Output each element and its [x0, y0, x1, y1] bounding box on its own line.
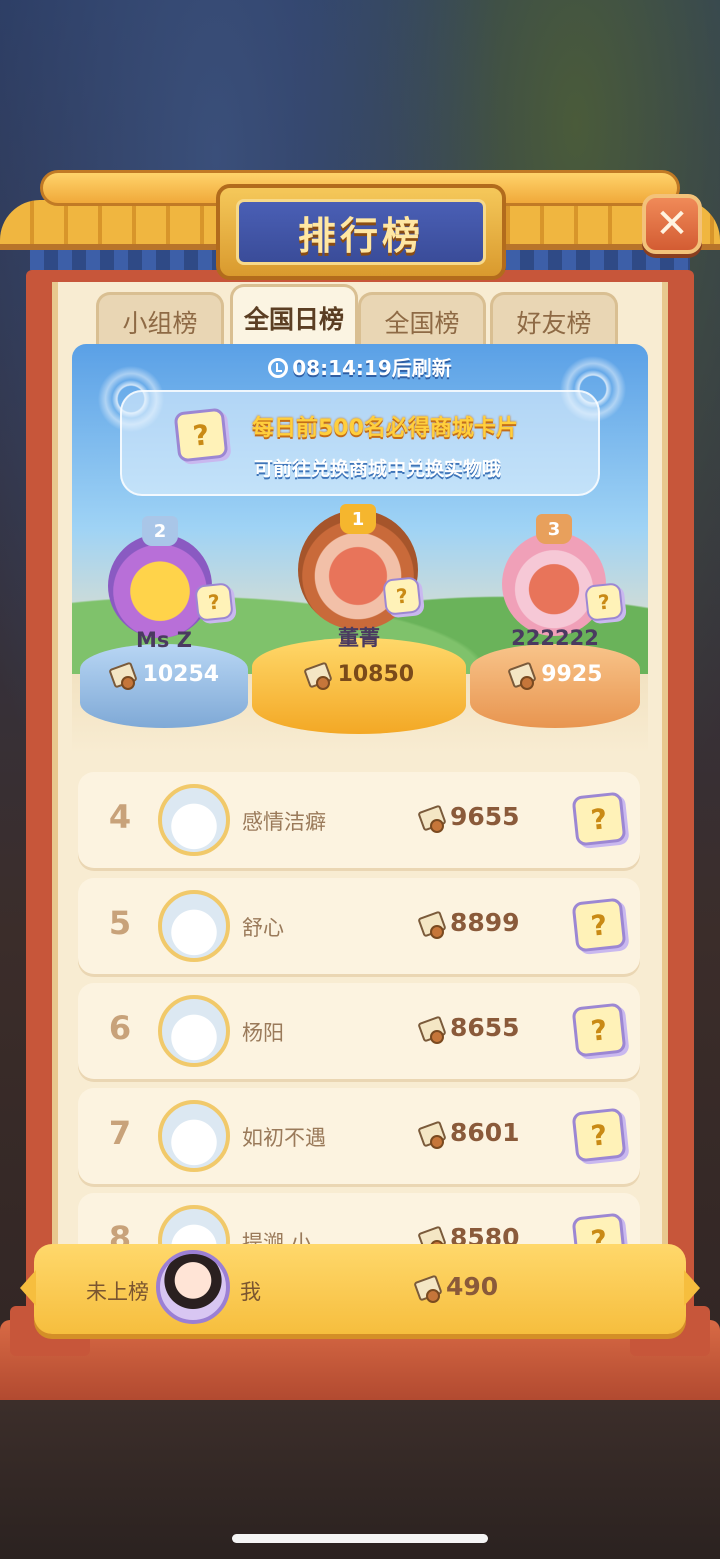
player-name: 感情洁癖 [242, 810, 326, 834]
my-rank-status: 未上榜 [86, 1280, 149, 1304]
list-item[interactable]: 8 提溯 小 8580 ? [78, 1193, 640, 1246]
rank-number: 4 [108, 798, 132, 836]
mystery-card-icon[interactable]: ? [571, 1002, 627, 1058]
brush-icon [414, 1275, 440, 1303]
brush-icon [418, 911, 444, 939]
player-name: 如初不遇 [242, 1126, 326, 1150]
rank-number: 5 [108, 904, 132, 942]
my-rank-bar: 未上榜 我 490 [20, 1244, 700, 1334]
brush-icon [418, 1226, 444, 1246]
my-score: 490 [414, 1272, 498, 1303]
ranking-list: 4 感情洁癖 9655 ? 5 舒心 8899 ? 6 杨阳 8655 ? 7 … [0, 0, 720, 1246]
mystery-card-icon[interactable]: ? [571, 897, 627, 953]
rank-number: 7 [108, 1114, 132, 1152]
player-score: 8601 [418, 1118, 520, 1149]
brush-icon [418, 1016, 444, 1044]
rank-number: 6 [108, 1009, 132, 1047]
home-indicator[interactable] [232, 1534, 488, 1543]
list-item[interactable]: 4 感情洁癖 9655 ? [78, 772, 640, 868]
player-name: 舒心 [242, 916, 284, 940]
list-item[interactable]: 6 杨阳 8655 ? [78, 983, 640, 1079]
list-item[interactable]: 7 如初不遇 8601 ? [78, 1088, 640, 1184]
rank-number: 8 [108, 1219, 132, 1246]
avatar [158, 890, 230, 962]
list-item[interactable]: 5 舒心 8899 ? [78, 878, 640, 974]
player-score: 8580 [418, 1223, 520, 1246]
mystery-card-icon[interactable]: ? [571, 791, 627, 847]
mystery-card-icon[interactable]: ? [571, 1107, 627, 1163]
player-score: 8899 [418, 908, 520, 939]
player-score: 9655 [418, 802, 520, 833]
player-score: 8655 [418, 1013, 520, 1044]
brush-icon [418, 805, 444, 833]
avatar [158, 784, 230, 856]
avatar [158, 995, 230, 1067]
avatar [158, 1100, 230, 1172]
avatar [158, 1205, 230, 1246]
mystery-card-icon[interactable]: ? [571, 1212, 627, 1246]
player-name: 杨阳 [242, 1021, 284, 1045]
my-avatar[interactable] [156, 1250, 230, 1324]
my-name: 我 [240, 1280, 261, 1304]
brush-icon [418, 1121, 444, 1149]
